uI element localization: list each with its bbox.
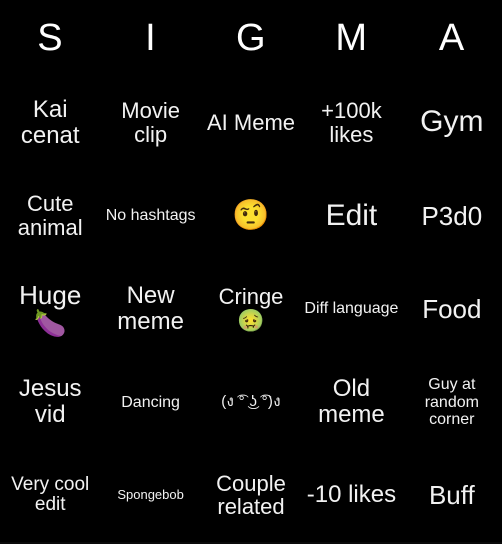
bingo-cell-kaomoji[interactable]: (ง ͡° ͜ʖ ͡°)ง — [201, 356, 301, 449]
bingo-cell-label: Food — [422, 293, 482, 324]
bingo-row: Jesus vid Dancing (ง ͡° ͜ʖ ͡°)ง Old meme… — [0, 356, 502, 449]
header-letter-2: G — [201, 0, 301, 76]
bingo-grid: Kai cenat Movie clip AI Meme +100k likes… — [0, 76, 502, 542]
bingo-cell-label-with-eggplant-icon: Huge 🍆 — [19, 279, 82, 338]
bingo-cell-label: Dancing — [121, 393, 180, 411]
bingo-card: S I G M A Kai cenat Movie clip AI Meme +… — [0, 0, 502, 544]
bingo-cell-label: Buff — [428, 480, 475, 511]
bingo-cell-label: +100k likes — [321, 97, 382, 147]
bingo-cell[interactable]: AI Meme — [201, 76, 301, 169]
bingo-row: Kai cenat Movie clip AI Meme +100k likes… — [0, 76, 502, 169]
face-with-raised-eyebrow-icon: 🤨 — [232, 199, 270, 233]
bingo-cell-label: Jesus vid — [18, 375, 82, 429]
bingo-cell[interactable]: Couple related — [201, 449, 301, 542]
bingo-cell[interactable]: Food — [402, 262, 502, 355]
bingo-cell[interactable]: Edit — [301, 169, 401, 262]
header-letter-4: A — [402, 0, 502, 76]
bingo-cell-label: Movie clip — [121, 97, 180, 147]
bingo-cell-label-with-nauseated-face-icon: Cringe 🤢 — [218, 284, 284, 333]
bingo-cell-label: Old meme — [318, 375, 385, 429]
bingo-cell[interactable]: Dancing — [100, 356, 200, 449]
bingo-cell-label: Diff language — [304, 300, 399, 318]
bingo-cell-label: P3d0 — [421, 200, 483, 231]
bingo-row: Cute animal No hashtags 🤨 Edit P3d0 — [0, 169, 502, 262]
bingo-header-row: S I G M A — [0, 0, 502, 76]
bingo-cell-label: No hashtags — [105, 207, 196, 225]
header-letter-label: M — [335, 17, 368, 59]
header-letter-label: A — [438, 17, 465, 59]
bingo-cell[interactable]: Old meme — [301, 356, 401, 449]
bingo-cell[interactable]: Kai cenat — [0, 76, 100, 169]
bingo-cell-label: Couple related — [216, 470, 286, 520]
bingo-cell[interactable]: P3d0 — [402, 169, 502, 262]
bingo-cell[interactable]: Movie clip — [100, 76, 200, 169]
bingo-cell-label: AI Meme — [207, 109, 296, 135]
bingo-cell-label: Spongebob — [117, 487, 184, 503]
header-letter-0: S — [0, 0, 100, 76]
bingo-cell-label: Guy at random corner — [424, 376, 479, 428]
bingo-cell-label: Kai cenat — [20, 95, 80, 149]
bingo-cell[interactable]: Cringe 🤢 — [201, 262, 301, 355]
bingo-cell[interactable]: Cute animal — [0, 169, 100, 262]
bingo-row: Very cool edit Spongebob Couple related … — [0, 449, 502, 542]
bingo-cell-emoji[interactable]: 🤨 — [201, 169, 301, 262]
bingo-cell-label: -10 likes — [306, 481, 397, 509]
bingo-cell[interactable]: Guy at random corner — [402, 356, 502, 449]
bingo-cell[interactable]: +100k likes — [301, 76, 401, 169]
header-letter-label: G — [235, 17, 267, 59]
bingo-cell[interactable]: Spongebob — [100, 449, 200, 542]
bingo-cell-label: Cute animal — [17, 191, 83, 240]
bingo-cell-label: Very cool edit — [11, 473, 90, 516]
bingo-cell[interactable]: Very cool edit — [0, 449, 100, 542]
bingo-cell[interactable]: -10 likes — [301, 449, 401, 542]
bingo-cell[interactable]: New meme — [100, 262, 200, 355]
bingo-cell-label: Gym — [420, 105, 484, 139]
bingo-cell-label: New meme — [117, 282, 184, 335]
bingo-cell[interactable]: Gym — [402, 76, 502, 169]
header-letter-1: I — [100, 0, 200, 76]
lenny-face-kaomoji-icon: (ง ͡° ͜ʖ ͡°)ง — [221, 393, 281, 411]
bingo-cell[interactable]: No hashtags — [100, 169, 200, 262]
bingo-cell[interactable]: Huge 🍆 — [0, 262, 100, 355]
header-letter-label: S — [37, 17, 64, 59]
bingo-cell-label: Edit — [325, 198, 378, 232]
bingo-cell[interactable]: Diff language — [301, 262, 401, 355]
bingo-cell[interactable]: Jesus vid — [0, 356, 100, 449]
header-letter-3: M — [301, 0, 401, 76]
bingo-row: Huge 🍆 New meme Cringe 🤢 Diff language F… — [0, 262, 502, 355]
header-letter-label: I — [145, 17, 157, 59]
bingo-cell[interactable]: Buff — [402, 449, 502, 542]
